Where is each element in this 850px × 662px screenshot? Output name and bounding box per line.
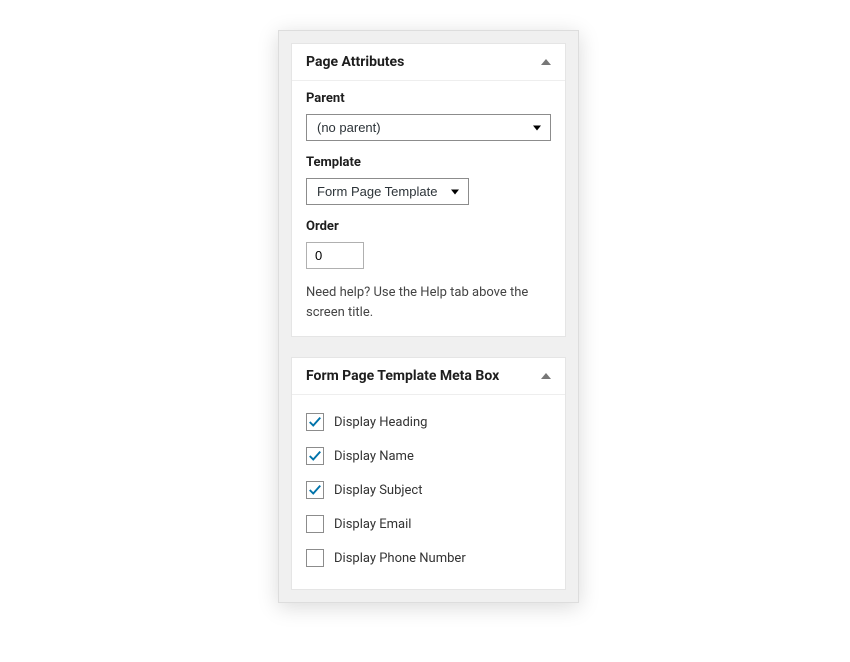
checkbox-row: Display Subject xyxy=(306,473,551,507)
template-field-group: Template Form Page Template xyxy=(306,155,551,205)
template-label: Template xyxy=(306,155,551,170)
order-field-group: Order xyxy=(306,219,551,269)
checkbox[interactable] xyxy=(306,515,324,533)
checkbox[interactable] xyxy=(306,413,324,431)
order-label: Order xyxy=(306,219,551,234)
template-select[interactable]: Form Page Template xyxy=(306,178,469,205)
check-icon xyxy=(308,483,322,497)
checkbox[interactable] xyxy=(306,481,324,499)
check-icon xyxy=(308,449,322,463)
form-meta-box-title: Form Page Template Meta Box xyxy=(306,368,499,384)
checkbox[interactable] xyxy=(306,549,324,567)
checkbox-row: Display Email xyxy=(306,507,551,541)
checkbox-row: Display Name xyxy=(306,439,551,473)
help-text: Need help? Use the Help tab above the sc… xyxy=(306,283,551,322)
form-meta-box-postbox: Form Page Template Meta Box Display Head… xyxy=(291,357,566,590)
checkbox-row: Display Heading xyxy=(306,405,551,439)
checkbox-label[interactable]: Display Heading xyxy=(334,415,427,430)
checkbox-label[interactable]: Display Subject xyxy=(334,483,422,498)
collapse-icon[interactable] xyxy=(541,59,551,65)
form-meta-box-header[interactable]: Form Page Template Meta Box xyxy=(292,358,565,395)
checkbox-label[interactable]: Display Phone Number xyxy=(334,551,466,566)
check-icon xyxy=(308,415,322,429)
parent-select-wrap: (no parent) xyxy=(306,114,551,141)
page-attributes-title: Page Attributes xyxy=(306,54,404,70)
parent-field-group: Parent (no parent) xyxy=(306,91,551,141)
form-meta-box-body: Display Heading Display Name Display Subje… xyxy=(292,395,565,589)
checkbox[interactable] xyxy=(306,447,324,465)
page-attributes-postbox: Page Attributes Parent (no parent) Templ… xyxy=(291,43,566,337)
page-attributes-header[interactable]: Page Attributes xyxy=(292,44,565,81)
template-select-wrap: Form Page Template xyxy=(306,178,469,205)
checkbox-row: Display Phone Number xyxy=(306,541,551,575)
page-attributes-body: Parent (no parent) Template Form Page Te… xyxy=(292,81,565,336)
sidebar-panel: Page Attributes Parent (no parent) Templ… xyxy=(278,30,579,603)
help-text-group: Need help? Use the Help tab above the sc… xyxy=(306,283,551,322)
collapse-icon[interactable] xyxy=(541,373,551,379)
parent-select[interactable]: (no parent) xyxy=(306,114,551,141)
checkbox-label[interactable]: Display Email xyxy=(334,517,411,532)
order-input[interactable] xyxy=(306,242,364,269)
parent-label: Parent xyxy=(306,91,551,106)
checkbox-label[interactable]: Display Name xyxy=(334,449,414,464)
